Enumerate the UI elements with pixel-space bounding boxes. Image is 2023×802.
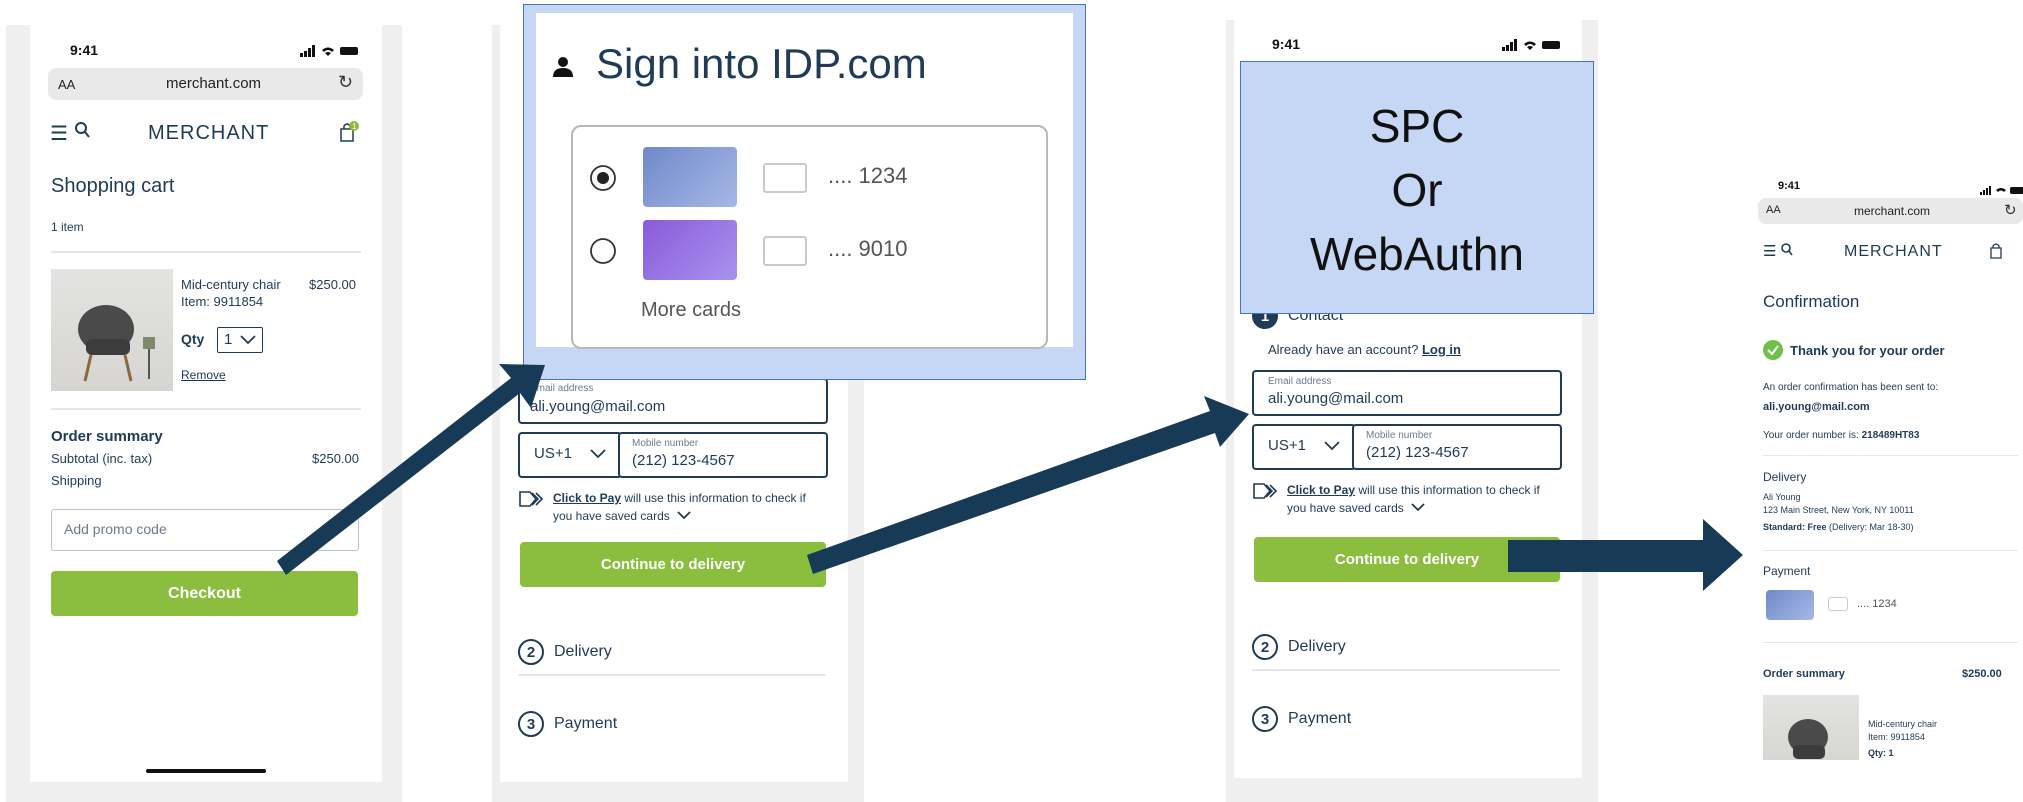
arrow-checkout-to-spc <box>807 396 1249 574</box>
flow-arrows <box>277 364 1743 591</box>
arrow-spc-to-confirmation <box>1508 519 1743 591</box>
arrow-cart-to-idp <box>277 364 545 575</box>
